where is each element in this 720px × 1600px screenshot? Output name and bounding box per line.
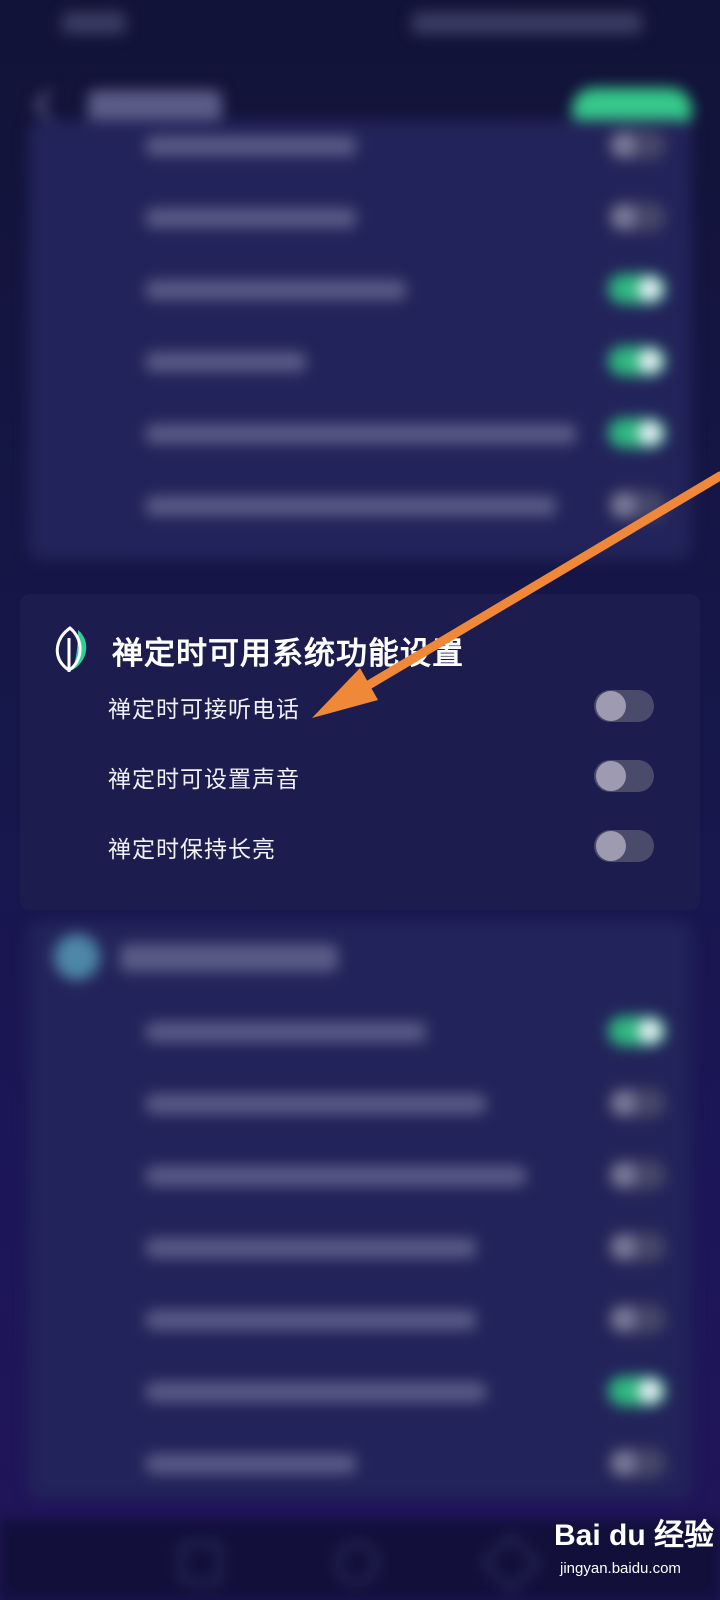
watermark-logo: Bai du 经验: [554, 1519, 715, 1552]
watermark-url: jingyan.baidu.com: [560, 1560, 681, 1577]
baidu-watermark: Bai du 经验 jingyan.baidu.com: [554, 1510, 714, 1590]
annotation-arrow: [312, 471, 720, 718]
